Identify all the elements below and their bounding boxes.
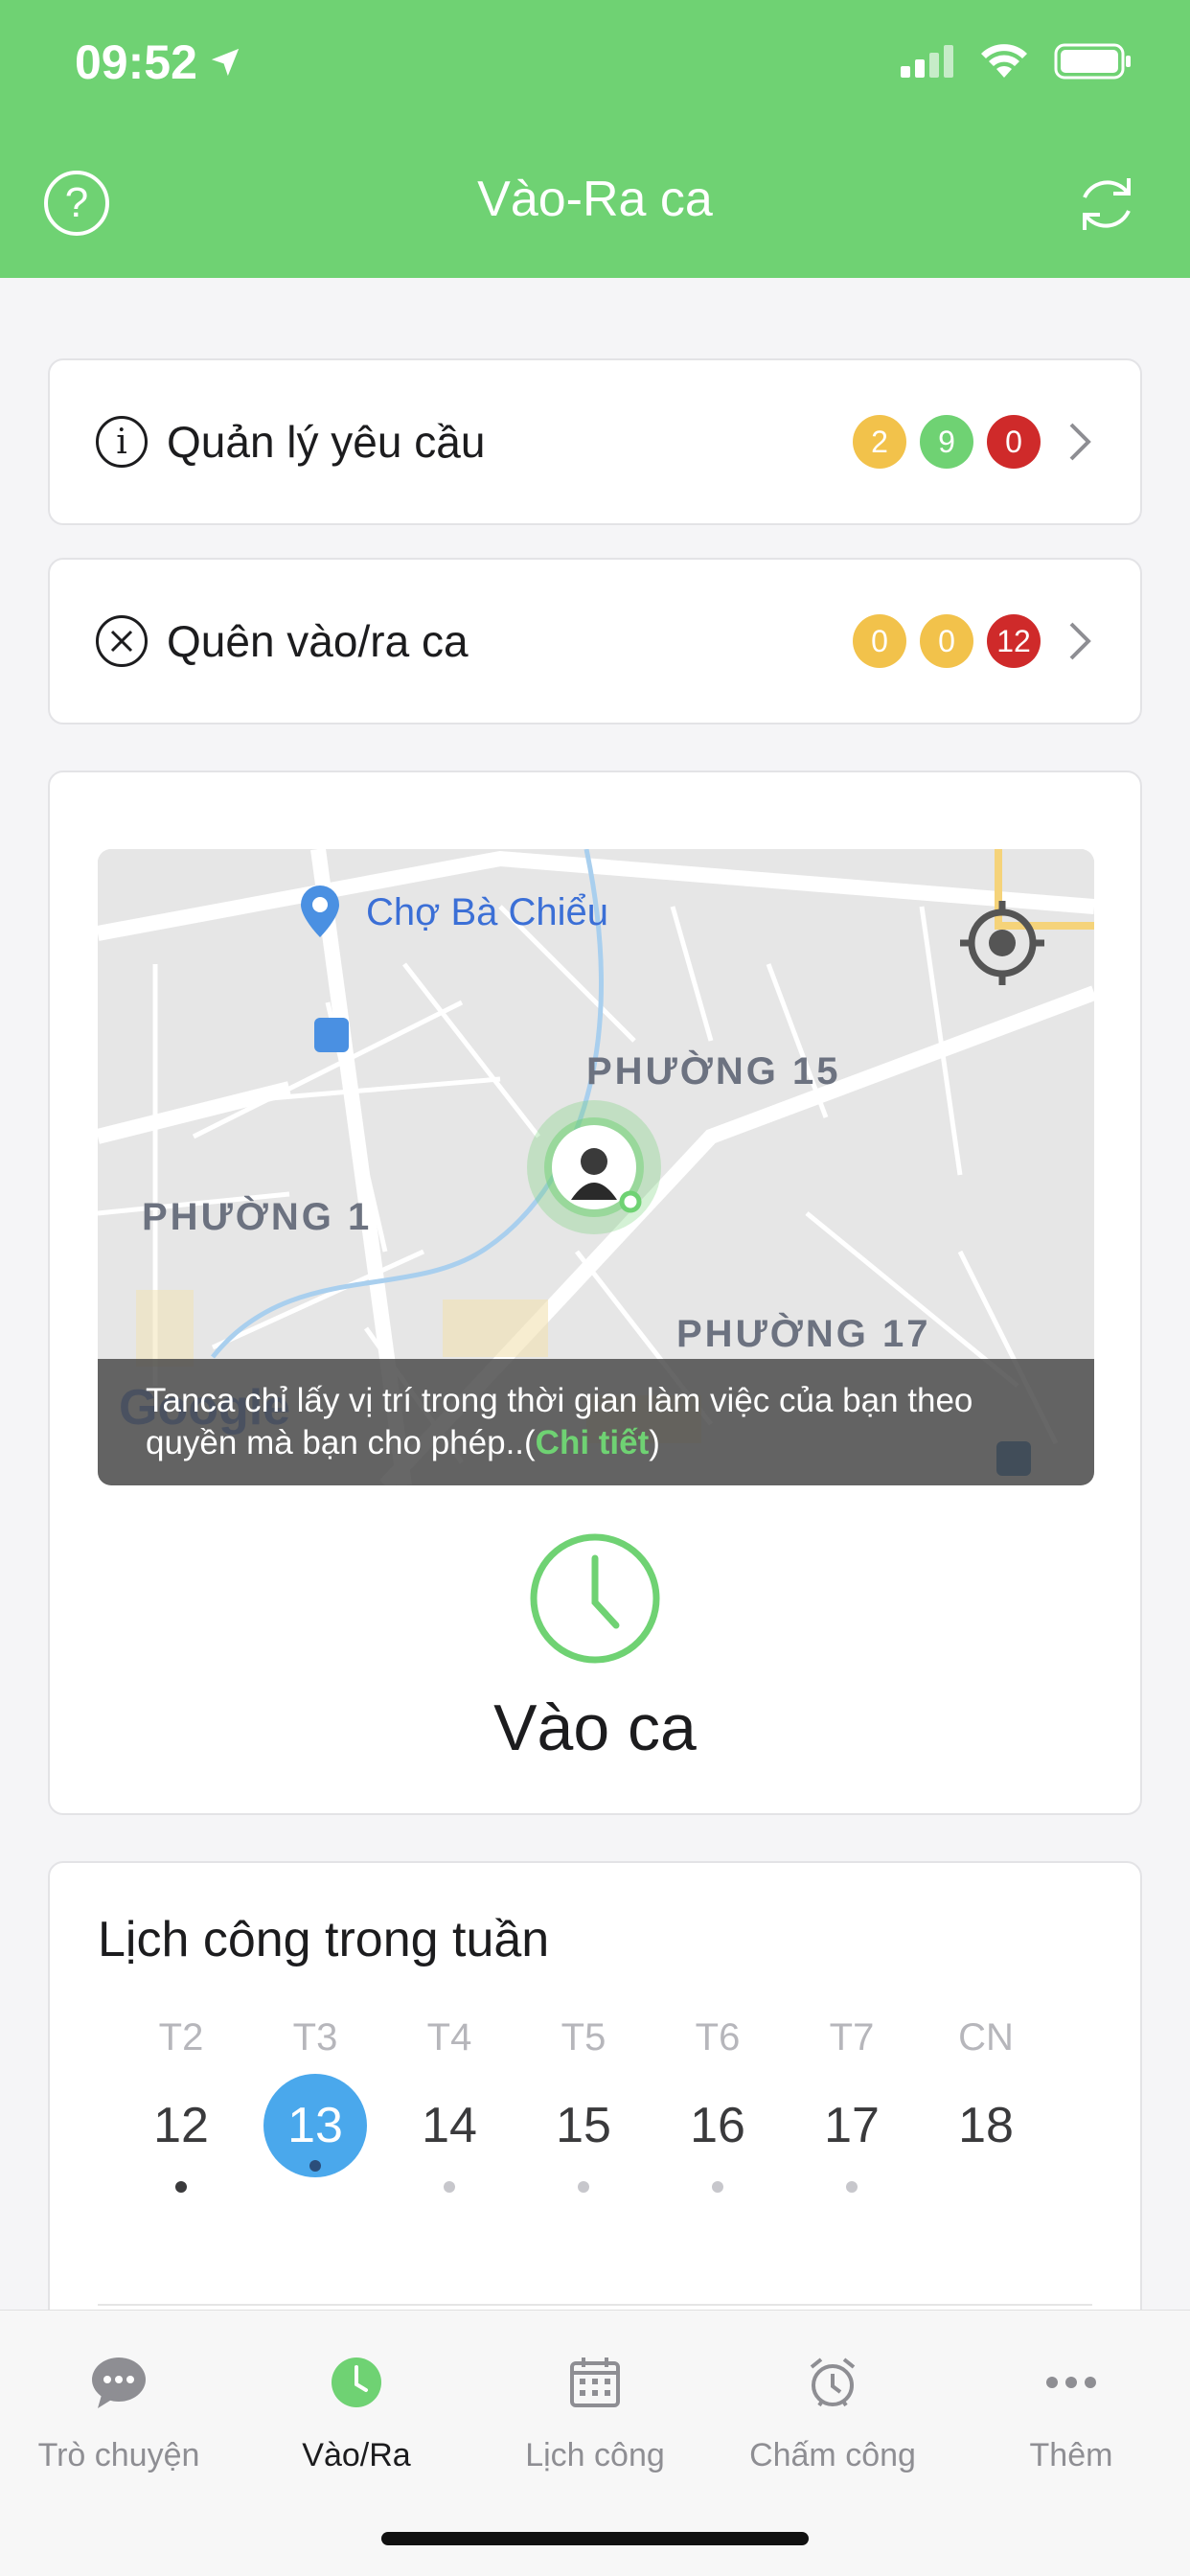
checkin-label[interactable]: Vào ca	[50, 1690, 1140, 1765]
day-name: T6	[695, 2016, 741, 2058]
forgot-label: Quên vào/ra ca	[167, 616, 469, 666]
more-icon	[1046, 2377, 1096, 2388]
day-dot	[712, 2181, 723, 2193]
time-text: 09:52	[75, 35, 197, 89]
close-circle-icon	[96, 615, 148, 667]
day-dot	[309, 2160, 321, 2172]
week-days: T2 12 T3 13 T4 14 T5 15 T6 16 T7 17 CN 1…	[128, 2016, 1039, 2193]
battery-icon	[1054, 43, 1131, 80]
day-number: 15	[556, 2098, 611, 2153]
chevron-right-icon	[1069, 423, 1091, 461]
requests-badges: 2 9 0	[853, 415, 1041, 469]
status-time: 09:52	[75, 34, 241, 90]
map-label-ward17: PHƯỜNG 17	[676, 1313, 931, 1355]
header: 09:52 ? Vào-Ra ca	[0, 0, 1190, 278]
location-notice: Tanca chỉ lấy vị trí trong thời gian làm…	[98, 1359, 1094, 1485]
day-tue-selected[interactable]: T3 13	[263, 2016, 368, 2193]
requests-card[interactable]: i Quản lý yêu cầu 2 9 0	[48, 358, 1142, 525]
requests-label: Quản lý yêu cầu	[167, 417, 486, 467]
refresh-button[interactable]	[1071, 169, 1142, 240]
day-wed[interactable]: T4 14	[397, 2016, 502, 2193]
forgot-checkin-card[interactable]: Quên vào/ra ca 0 0 12	[48, 558, 1142, 724]
wifi-icon	[981, 44, 1027, 78]
tab-chat[interactable]: Trò chuyện	[0, 2349, 238, 2474]
clock-icon	[530, 1533, 660, 1664]
day-sat[interactable]: T7 17	[799, 2016, 904, 2193]
day-name: CN	[958, 2016, 1014, 2058]
day-thu[interactable]: T5 15	[531, 2016, 636, 2193]
notice-close-paren: )	[649, 1424, 660, 1461]
tab-schedule[interactable]: Lịch công	[476, 2349, 714, 2474]
tab-timekeeping[interactable]: Chấm công	[714, 2349, 951, 2474]
checkin-card: Google Chợ Bà Chiểu PHƯỜNG 15 PHƯỜNG 1 P…	[48, 770, 1142, 1815]
tab-label: Lịch công	[525, 2437, 665, 2473]
tab-more[interactable]: Thêm	[952, 2349, 1190, 2474]
day-sun[interactable]: CN 18	[933, 2016, 1039, 2193]
rejected-badge: 0	[987, 415, 1041, 469]
refresh-icon	[1083, 178, 1131, 230]
location-arrow-icon	[211, 48, 240, 77]
tab-checkin[interactable]: Vào/Ra	[238, 2349, 475, 2474]
day-dot	[444, 2181, 455, 2193]
approved-badge: 9	[920, 415, 973, 469]
waiting-badge: 0	[920, 614, 973, 668]
day-number: 18	[958, 2098, 1014, 2153]
calendar-icon	[570, 2358, 620, 2407]
day-number: 12	[153, 2098, 209, 2153]
tab-label: Chấm công	[749, 2437, 916, 2473]
map-view[interactable]: Google Chợ Bà Chiểu PHƯỜNG 15 PHƯỜNG 1 P…	[98, 849, 1094, 1485]
tab-label: Vào/Ra	[302, 2437, 411, 2473]
day-mon[interactable]: T2 12	[128, 2016, 234, 2193]
day-number: 14	[422, 2098, 477, 2153]
map-label-market: Chợ Bà Chiểu	[366, 891, 609, 933]
tab-label: Thêm	[1029, 2437, 1113, 2473]
tab-label: Trò chuyện	[37, 2437, 200, 2473]
day-fri[interactable]: T6 16	[665, 2016, 770, 2193]
chevron-right-icon	[1069, 622, 1091, 660]
day-number: 16	[690, 2098, 745, 2153]
page-title: Vào-Ra ca	[477, 172, 713, 227]
day-dot	[175, 2181, 187, 2193]
day-dot	[846, 2181, 858, 2193]
info-icon: i	[96, 416, 148, 468]
home-indicator	[381, 2532, 809, 2545]
day-name: T5	[561, 2016, 606, 2058]
forgot-badges: 0 0 12	[853, 614, 1041, 668]
checkin-button[interactable]	[50, 1531, 1140, 1666]
divider	[98, 2304, 1092, 2306]
map-label-ward1: PHƯỜNG 1	[142, 1196, 373, 1238]
signal-icon	[901, 45, 953, 78]
day-dot	[578, 2181, 589, 2193]
pending-badge: 2	[853, 415, 906, 469]
chat-icon	[92, 2358, 146, 2408]
map-label-ward15: PHƯỜNG 15	[586, 1050, 841, 1092]
day-name: T2	[158, 2016, 204, 2058]
day-name: T7	[829, 2016, 875, 2058]
day-number: 17	[824, 2098, 880, 2153]
day-name: T3	[292, 2016, 338, 2058]
status-icons	[901, 42, 1133, 80]
pending-badge: 0	[853, 614, 906, 668]
day-name: T4	[426, 2016, 472, 2058]
week-title: Lịch công trong tuần	[98, 1912, 550, 1967]
missed-badge: 12	[987, 614, 1041, 668]
clock-icon	[332, 2358, 381, 2407]
alarm-icon	[810, 2358, 856, 2407]
notice-detail-link[interactable]: Chi tiết	[536, 1424, 650, 1461]
